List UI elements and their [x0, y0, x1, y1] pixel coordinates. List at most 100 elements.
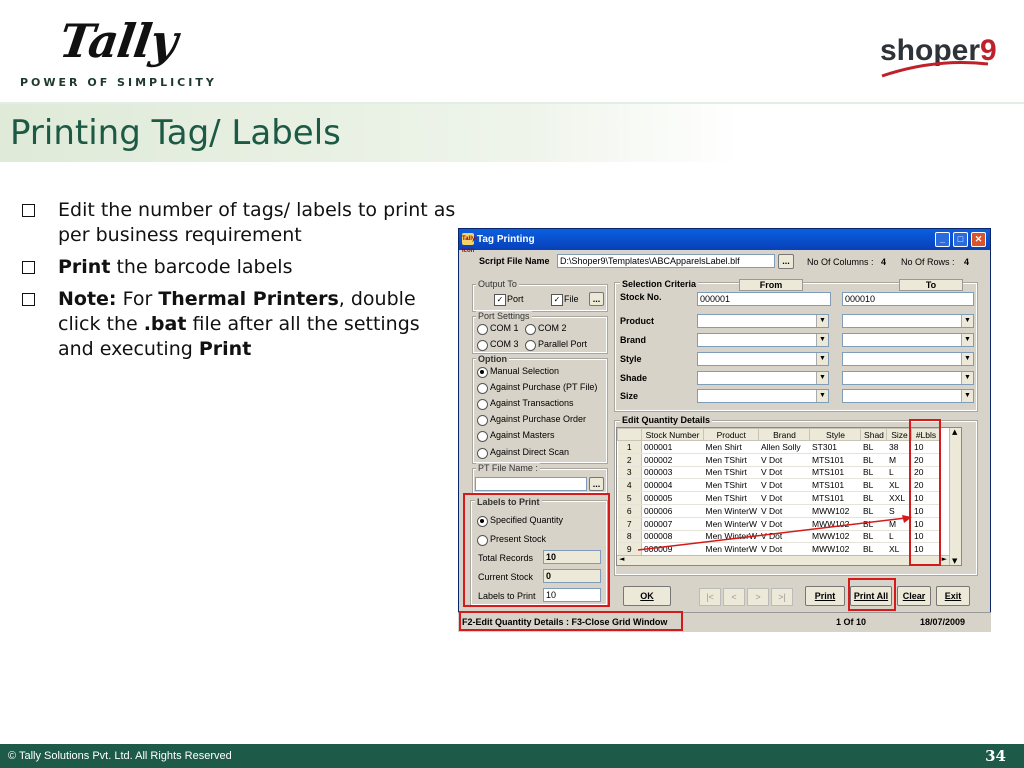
- labels-highlight-box: [463, 493, 610, 607]
- bullet-bold: Print: [198, 338, 252, 360]
- manual-selection-radio[interactable]: Manual Selection: [477, 366, 559, 378]
- file-checkbox[interactable]: File: [551, 294, 579, 306]
- size-from-dropdown[interactable]: ▼: [697, 389, 829, 403]
- close-icon[interactable]: ✕: [971, 232, 986, 247]
- option-title: Option: [476, 354, 509, 364]
- bullet-bold: .bat: [143, 313, 187, 335]
- brand-to-dropdown[interactable]: ▼: [842, 333, 974, 347]
- table-row[interactable]: 4 000004 Men TShirt V Dot MTS101 BL XL 20: [617, 478, 940, 493]
- table-cell: Men Shirt: [703, 440, 759, 454]
- bullet-item: Edit the number of tags/ labels to print…: [22, 198, 458, 248]
- product-to-dropdown[interactable]: ▼: [842, 314, 974, 328]
- com2-radio[interactable]: COM 2: [525, 323, 567, 335]
- selection-criteria-title: Selection Criteria: [620, 279, 699, 289]
- against-direct-scan-radio[interactable]: Against Direct Scan: [477, 447, 569, 459]
- shade-from-dropdown[interactable]: ▼: [697, 371, 829, 385]
- grid-col-header[interactable]: Stock Number: [641, 428, 704, 441]
- grid-col-header[interactable]: Shad: [860, 428, 888, 441]
- product-from-dropdown[interactable]: ▼: [697, 314, 829, 328]
- chevron-down-icon: ▼: [816, 334, 828, 346]
- stock-no-label: Stock No.: [620, 292, 662, 302]
- table-cell: V Dot: [758, 466, 810, 480]
- table-cell: V Dot: [758, 478, 810, 493]
- parallel-port-radio[interactable]: Parallel Port: [525, 339, 587, 351]
- size-to-dropdown[interactable]: ▼: [842, 389, 974, 403]
- scroll-up-icon[interactable]: ▲: [952, 428, 957, 436]
- chevron-down-icon: ▼: [816, 390, 828, 402]
- style-to-dropdown[interactable]: ▼: [842, 352, 974, 366]
- table-row[interactable]: 5 000005 Men TShirt V Dot MTS101 BL XXL 10: [617, 491, 940, 505]
- size-label: Size: [620, 391, 639, 401]
- bullet-bold: Print: [58, 256, 111, 278]
- table-cell: MTS101: [809, 491, 861, 505]
- port-checkbox[interactable]: Port: [494, 294, 524, 306]
- table-cell: 000002: [641, 453, 704, 467]
- window-titlebar[interactable]: Tally-icon Tag Printing _ □ ✕: [459, 229, 990, 254]
- nav-next-button[interactable]: >: [747, 588, 769, 606]
- checkbox-bullet-icon: [22, 261, 35, 274]
- product-label: Product: [620, 316, 655, 326]
- table-cell: V Dot: [758, 491, 810, 505]
- app-icon: Tally-icon: [462, 233, 477, 254]
- style-from-dropdown[interactable]: ▼: [697, 352, 829, 366]
- nav-first-button[interactable]: |<: [699, 588, 721, 606]
- against-masters-radio[interactable]: Against Masters: [477, 430, 555, 442]
- against-transactions-radio[interactable]: Against Transactions: [477, 398, 574, 410]
- no-rows-label: No Of Rows :: [901, 257, 955, 267]
- print-button[interactable]: Print: [805, 586, 845, 606]
- table-cell: Men TShirt: [703, 453, 759, 467]
- table-cell: 000003: [641, 466, 704, 480]
- script-file-input[interactable]: D:\Shoper9\Templates\ABCApparelsLabel.bl…: [557, 254, 775, 268]
- browse-script-button[interactable]: ...: [778, 254, 794, 269]
- table-cell: BL: [860, 466, 887, 480]
- status-highlight-box: [459, 611, 683, 631]
- stock-from-input[interactable]: 000001: [697, 292, 831, 306]
- against-purchase-order-radio[interactable]: Against Purchase Order: [477, 414, 586, 426]
- table-cell: 000005: [641, 491, 704, 505]
- brand-from-dropdown[interactable]: ▼: [697, 333, 829, 347]
- table-cell: V Dot: [758, 453, 810, 467]
- browse-output-button[interactable]: ...: [589, 292, 604, 306]
- slide: Tally POWER OF SIMPLICITY shoper9 Printi…: [0, 0, 1024, 768]
- against-purchase-ptfile-radio[interactable]: Against Purchase (PT File): [477, 382, 597, 394]
- maximize-icon[interactable]: □: [953, 232, 968, 247]
- shoper-swoosh-icon: [881, 61, 989, 78]
- nav-prev-button[interactable]: <: [723, 588, 745, 606]
- table-row[interactable]: 2 000002 Men TShirt V Dot MTS101 BL M 20: [617, 453, 940, 467]
- grid-horizontal-scrollbar[interactable]: ◄ ►: [617, 555, 949, 565]
- no-columns-value: 4: [881, 257, 887, 267]
- row-number-cell: 3: [617, 466, 642, 480]
- bullet-text: For: [116, 288, 159, 310]
- scroll-right-icon[interactable]: ►: [942, 555, 947, 563]
- chevron-down-icon: ▼: [816, 315, 828, 327]
- clear-button[interactable]: Clear: [897, 586, 931, 606]
- from-header: From: [739, 279, 803, 291]
- minimize-icon[interactable]: _: [935, 232, 950, 247]
- window-title: Tag Printing: [477, 234, 535, 245]
- browse-pt-button[interactable]: ...: [589, 477, 604, 491]
- table-row[interactable]: 3 000003 Men TShirt V Dot MTS101 BL L 20: [617, 466, 940, 480]
- nav-last-button[interactable]: >|: [771, 588, 793, 606]
- grid-col-header[interactable]: Brand: [758, 428, 811, 441]
- scroll-left-icon[interactable]: ◄: [619, 555, 624, 563]
- output-to-title: Output To: [476, 279, 519, 289]
- row-number-cell: 1: [617, 440, 642, 454]
- chevron-down-icon: ▼: [961, 372, 973, 384]
- grid-vertical-scrollbar[interactable]: ▲ ▼: [949, 428, 961, 565]
- table-row[interactable]: 1 000001 Men Shirt Allen Solly ST301 BL 38 10: [617, 440, 940, 454]
- table-cell: MTS101: [809, 466, 861, 480]
- grid-col-header[interactable]: Product: [702, 428, 760, 441]
- grid-col-header[interactable]: Style: [809, 428, 862, 441]
- bullet-item: Print the barcode labels: [22, 255, 458, 280]
- com1-radio[interactable]: COM 1: [477, 323, 519, 335]
- table-cell: BL: [860, 453, 887, 467]
- pt-file-input[interactable]: [475, 477, 587, 491]
- shade-to-dropdown[interactable]: ▼: [842, 371, 974, 385]
- stock-to-input[interactable]: 000010: [842, 292, 974, 306]
- com3-radio[interactable]: COM 3: [477, 339, 519, 351]
- scroll-down-icon[interactable]: ▼: [952, 557, 957, 565]
- exit-button[interactable]: Exit: [936, 586, 970, 606]
- port-settings-title: Port Settings: [476, 311, 532, 321]
- ok-button[interactable]: OK: [623, 586, 671, 606]
- style-label: Style: [620, 354, 642, 364]
